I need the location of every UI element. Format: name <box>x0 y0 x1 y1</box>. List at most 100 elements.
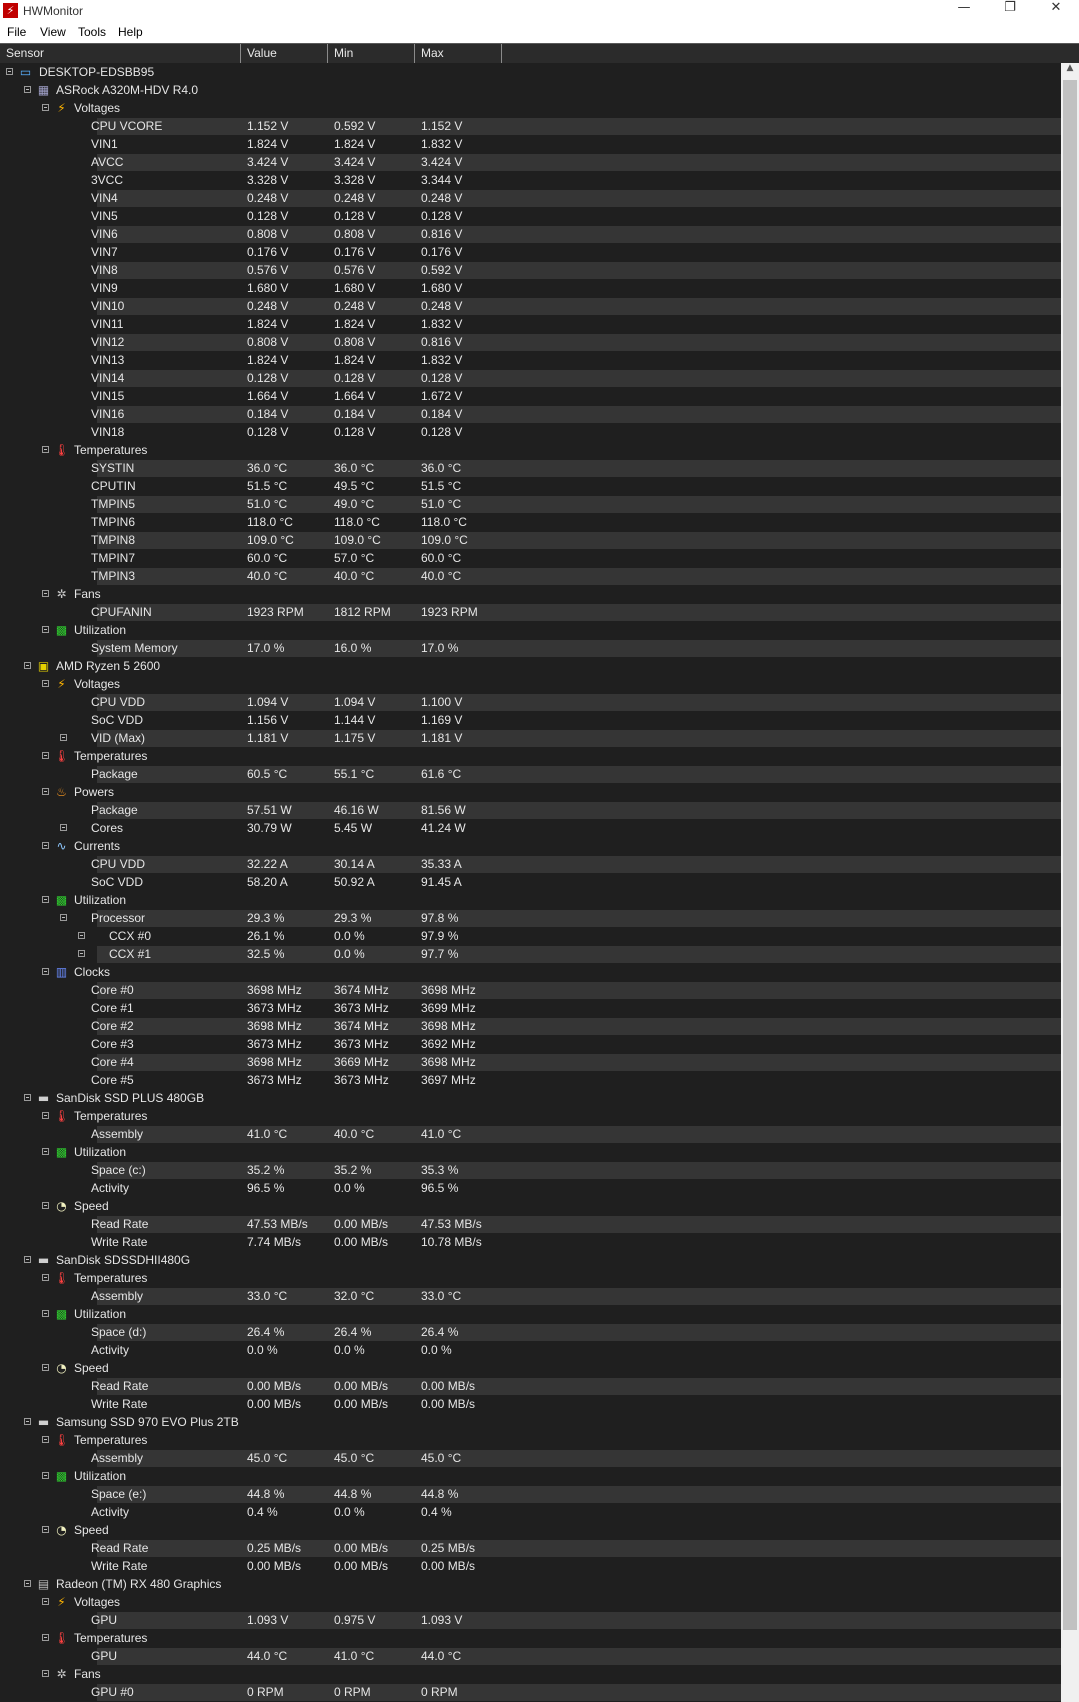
sensor-row[interactable]: SYSTIN 36.0 °C 36.0 °C 36.0 °C <box>0 459 1061 477</box>
sensor-row[interactable]: VIN16 0.184 V 0.184 V 0.184 V <box>0 405 1061 423</box>
sensor-row[interactable]: GPU 44.0 °C 41.0 °C 44.0 °C <box>0 1647 1061 1665</box>
sensor-row[interactable]: Activity 96.5 % 0.0 % 96.5 % <box>0 1179 1061 1197</box>
sensor-row[interactable]: VIN13 1.824 V 1.824 V 1.832 V <box>0 351 1061 369</box>
sensor-row[interactable]: SoC VDD 1.156 V 1.144 V 1.169 V <box>0 711 1061 729</box>
collapse-toggle-icon[interactable] <box>42 104 49 111</box>
sensor-row[interactable]: Core #4 3698 MHz 3669 MHz 3698 MHz <box>0 1053 1061 1071</box>
sensor-row[interactable]: VIN14 0.128 V 0.128 V 0.128 V <box>0 369 1061 387</box>
collapse-toggle-icon[interactable] <box>42 1634 49 1641</box>
sensor-row[interactable]: VIN15 1.664 V 1.664 V 1.672 V <box>0 387 1061 405</box>
sensor-row[interactable]: AVCC 3.424 V 3.424 V 3.424 V <box>0 153 1061 171</box>
column-sensor-header[interactable]: Sensor <box>0 44 241 63</box>
collapse-toggle-icon[interactable] <box>24 1418 31 1425</box>
collapse-toggle-icon[interactable] <box>42 1112 49 1119</box>
menu-file[interactable]: File <box>7 25 26 39</box>
collapse-toggle-icon[interactable] <box>6 68 13 75</box>
sensor-row[interactable]: VIN6 0.808 V 0.808 V 0.816 V <box>0 225 1061 243</box>
collapse-toggle-icon[interactable] <box>24 1094 31 1101</box>
collapse-toggle-icon[interactable] <box>42 842 49 849</box>
sensor-row[interactable]: TMPIN6 118.0 °C 118.0 °C 118.0 °C <box>0 513 1061 531</box>
sensor-row[interactable]: VIN5 0.128 V 0.128 V 0.128 V <box>0 207 1061 225</box>
device-row[interactable]: ▣ AMD Ryzen 5 2600 <box>0 657 1061 675</box>
sensor-row[interactable]: Activity 0.0 % 0.0 % 0.0 % <box>0 1341 1061 1359</box>
sensor-row[interactable]: VIN11 1.824 V 1.824 V 1.832 V <box>0 315 1061 333</box>
sensor-group-row[interactable]: ◔ Speed <box>0 1197 1061 1215</box>
sensor-group-row[interactable]: 🌡 Temperatures <box>0 747 1061 765</box>
collapse-toggle-icon[interactable] <box>42 680 49 687</box>
sensor-row[interactable]: VIN4 0.248 V 0.248 V 0.248 V <box>0 189 1061 207</box>
sensor-row[interactable]: Package 60.5 °C 55.1 °C 61.6 °C <box>0 765 1061 783</box>
maximize-button[interactable]: ❐ <box>987 0 1033 22</box>
collapse-toggle-icon[interactable] <box>42 590 49 597</box>
collapse-toggle-icon[interactable] <box>42 1202 49 1209</box>
sensor-row[interactable]: Processor 29.3 % 29.3 % 97.8 % <box>0 909 1061 927</box>
sensor-row[interactable]: Core #2 3698 MHz 3674 MHz 3698 MHz <box>0 1017 1061 1035</box>
collapse-toggle-icon[interactable] <box>42 1436 49 1443</box>
column-max-header[interactable]: Max <box>415 44 502 63</box>
scroll-up-arrow-icon[interactable]: ▲ <box>1061 63 1079 80</box>
sensor-group-row[interactable]: ▩ Utilization <box>0 621 1061 639</box>
sensor-row[interactable]: Write Rate 7.74 MB/s 0.00 MB/s 10.78 MB/s <box>0 1233 1061 1251</box>
sensor-row[interactable]: VIN9 1.680 V 1.680 V 1.680 V <box>0 279 1061 297</box>
collapse-toggle-icon[interactable] <box>42 788 49 795</box>
collapse-toggle-icon[interactable] <box>42 1472 49 1479</box>
sensor-group-row[interactable]: ♨ Powers <box>0 783 1061 801</box>
collapse-toggle-icon[interactable] <box>24 86 31 93</box>
sensor-row[interactable]: Space (d:) 26.4 % 26.4 % 26.4 % <box>0 1323 1061 1341</box>
collapse-toggle-icon[interactable] <box>60 824 67 831</box>
root-row[interactable]: ▭ DESKTOP-EDSBB95 <box>0 63 1061 81</box>
collapse-toggle-icon[interactable] <box>42 752 49 759</box>
column-min-header[interactable]: Min <box>328 44 415 63</box>
collapse-toggle-icon[interactable] <box>24 1256 31 1263</box>
sensor-row[interactable]: TMPIN5 51.0 °C 49.0 °C 51.0 °C <box>0 495 1061 513</box>
device-row[interactable]: ▬ Samsung SSD 970 EVO Plus 2TB <box>0 1413 1061 1431</box>
sensor-row[interactable]: Core #3 3673 MHz 3673 MHz 3692 MHz <box>0 1035 1061 1053</box>
vertical-scrollbar[interactable]: ▲ <box>1061 63 1079 1702</box>
sensor-row[interactable]: Write Rate 0.00 MB/s 0.00 MB/s 0.00 MB/s <box>0 1395 1061 1413</box>
device-row[interactable]: ▦ ASRock A320M-HDV R4.0 <box>0 81 1061 99</box>
sensor-row[interactable]: Core #1 3673 MHz 3673 MHz 3699 MHz <box>0 999 1061 1017</box>
sensor-row[interactable]: VIN1 1.824 V 1.824 V 1.832 V <box>0 135 1061 153</box>
sensor-row[interactable]: VID (Max) 1.181 V 1.175 V 1.181 V <box>0 729 1061 747</box>
sensor-row[interactable]: CPU VCORE 1.152 V 0.592 V 1.152 V <box>0 117 1061 135</box>
sensor-row[interactable]: VIN8 0.576 V 0.576 V 0.592 V <box>0 261 1061 279</box>
sensor-group-row[interactable]: 🌡 Temperatures <box>0 1107 1061 1125</box>
collapse-toggle-icon[interactable] <box>42 1148 49 1155</box>
collapse-toggle-icon[interactable] <box>42 446 49 453</box>
device-row[interactable]: ▤ Radeon (TM) RX 480 Graphics <box>0 1575 1061 1593</box>
sensor-group-row[interactable]: 🌡 Temperatures <box>0 1431 1061 1449</box>
sensor-row[interactable]: VIN18 0.128 V 0.128 V 0.128 V <box>0 423 1061 441</box>
collapse-toggle-icon[interactable] <box>60 914 67 921</box>
sensor-row[interactable]: Assembly 33.0 °C 32.0 °C 33.0 °C <box>0 1287 1061 1305</box>
collapse-toggle-icon[interactable] <box>78 932 85 939</box>
sensor-row[interactable]: Assembly 45.0 °C 45.0 °C 45.0 °C <box>0 1449 1061 1467</box>
collapse-toggle-icon[interactable] <box>60 734 67 741</box>
collapse-toggle-icon[interactable] <box>42 968 49 975</box>
sensor-row[interactable]: TMPIN8 109.0 °C 109.0 °C 109.0 °C <box>0 531 1061 549</box>
collapse-toggle-icon[interactable] <box>78 950 85 957</box>
sensor-row[interactable]: VIN10 0.248 V 0.248 V 0.248 V <box>0 297 1061 315</box>
minimize-button[interactable]: — <box>941 0 987 22</box>
sensor-row[interactable]: Read Rate 0.00 MB/s 0.00 MB/s 0.00 MB/s <box>0 1377 1061 1395</box>
sensor-row[interactable]: Space (e:) 44.8 % 44.8 % 44.8 % <box>0 1485 1061 1503</box>
sensor-row[interactable]: GPU 1.093 V 0.975 V 1.093 V <box>0 1611 1061 1629</box>
menu-view[interactable]: View <box>40 25 66 39</box>
sensor-group-row[interactable]: 🌡 Temperatures <box>0 1629 1061 1647</box>
sensor-row[interactable]: System Memory 17.0 % 16.0 % 17.0 % <box>0 639 1061 657</box>
sensor-row[interactable]: Assembly 41.0 °C 40.0 °C 41.0 °C <box>0 1125 1061 1143</box>
sensor-row[interactable]: Write Rate 0.00 MB/s 0.00 MB/s 0.00 MB/s <box>0 1557 1061 1575</box>
sensor-row[interactable]: Package 57.51 W 46.16 W 81.56 W <box>0 801 1061 819</box>
sensor-row[interactable]: CCX #1 32.5 % 0.0 % 97.7 % <box>0 945 1061 963</box>
collapse-toggle-icon[interactable] <box>42 896 49 903</box>
sensor-row[interactable]: Activity 0.4 % 0.0 % 0.4 % <box>0 1503 1061 1521</box>
sensor-group-row[interactable]: ⚡ Voltages <box>0 1593 1061 1611</box>
sensor-row[interactable]: Read Rate 0.25 MB/s 0.00 MB/s 0.25 MB/s <box>0 1539 1061 1557</box>
collapse-toggle-icon[interactable] <box>42 1598 49 1605</box>
sensor-row[interactable]: GPU #0 0 RPM 0 RPM 0 RPM <box>0 1683 1061 1701</box>
column-value-header[interactable]: Value <box>241 44 328 63</box>
sensor-group-row[interactable]: ⚡ Voltages <box>0 675 1061 693</box>
device-row[interactable]: ▬ SanDisk SDSSDHII480G <box>0 1251 1061 1269</box>
device-row[interactable]: ▬ SanDisk SSD PLUS 480GB <box>0 1089 1061 1107</box>
sensor-row[interactable]: Cores 30.79 W 5.45 W 41.24 W <box>0 819 1061 837</box>
sensor-group-row[interactable]: 🌡 Temperatures <box>0 1269 1061 1287</box>
